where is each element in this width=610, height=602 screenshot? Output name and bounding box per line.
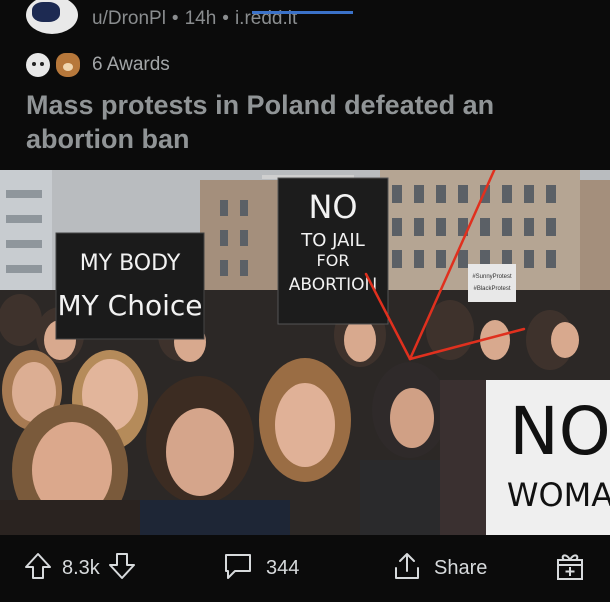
post-image[interactable]: MY BODY MY Choice NO TO JAIL FOR ABORTIO… xyxy=(0,170,610,535)
small-protest-sign: #SunnyProtest #BlackProtest xyxy=(468,264,516,302)
ghost-award-icon xyxy=(26,53,50,77)
upvote-arrow-icon[interactable] xyxy=(24,551,52,587)
gift-award-icon xyxy=(554,550,586,588)
vote-group: 8.3k xyxy=(24,535,136,602)
subreddit-avatar[interactable] xyxy=(26,0,78,34)
post-header: u/DronPl • 14h • i.redd.it xyxy=(0,0,610,38)
award-button[interactable] xyxy=(554,535,586,602)
post-action-bar: 8.3k 344 Share xyxy=(0,535,610,602)
awards-count: 6 Awards xyxy=(92,54,170,75)
meta-separator: • xyxy=(171,8,179,29)
comment-count: 344 xyxy=(266,557,300,579)
sign-no: NO xyxy=(308,188,357,226)
post-age: 14h xyxy=(184,8,217,29)
small-sign-text-2: #BlackProtest xyxy=(473,286,510,292)
right-white-sign: NO WOMA xyxy=(486,380,610,535)
sign-abortion: ABORTION xyxy=(289,275,377,295)
avatar-image xyxy=(32,2,60,22)
downvote-arrow-icon[interactable] xyxy=(108,551,136,587)
my-body-my-choice-sign: MY BODY MY Choice xyxy=(55,232,205,340)
sign-my-body: MY BODY xyxy=(80,251,181,276)
right-sign-no: NO xyxy=(509,393,610,470)
author-link[interactable]: u/DronPl xyxy=(92,8,166,29)
domain-underline xyxy=(252,11,353,14)
vote-count: 8.3k xyxy=(62,557,100,579)
meta-separator: • xyxy=(222,8,229,29)
right-sign-woma: WOMA xyxy=(507,476,610,514)
share-icon xyxy=(392,551,422,587)
sign-my-choice: MY Choice xyxy=(58,289,203,322)
no-jail-for-abortion-sign: NO TO JAIL FOR ABORTION xyxy=(262,175,389,325)
comment-bubble-icon xyxy=(222,551,254,587)
small-sign-text-1: #SunnyProtest xyxy=(472,274,512,280)
post-title[interactable]: Mass protests in Poland defeated an abor… xyxy=(26,88,586,156)
awards-row[interactable]: 6 Awards xyxy=(26,51,170,79)
comments-button[interactable]: 344 xyxy=(222,535,299,602)
sign-for: FOR xyxy=(317,251,350,270)
share-button[interactable]: Share xyxy=(392,535,487,602)
sign-to-jail: TO JAIL xyxy=(300,230,365,251)
bear-award-icon xyxy=(56,53,80,77)
share-label: Share xyxy=(434,557,488,579)
